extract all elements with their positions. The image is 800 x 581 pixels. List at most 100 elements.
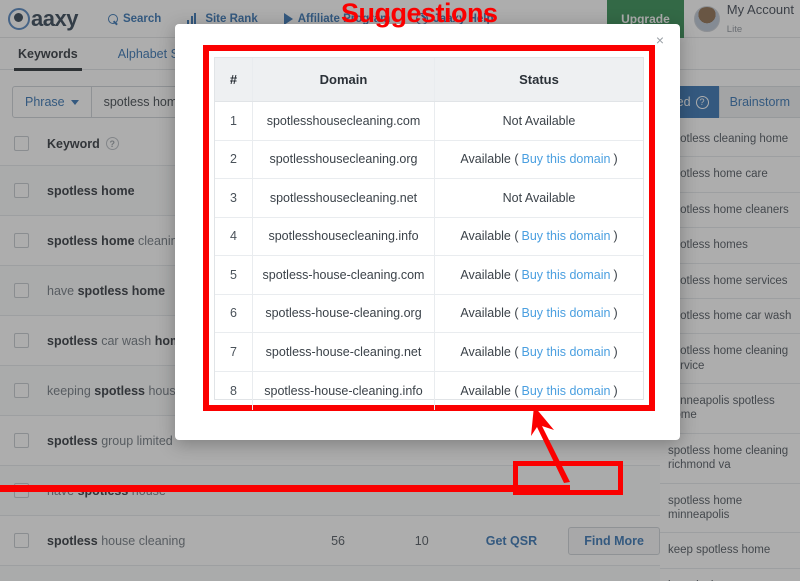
status-badge: Not Available	[435, 179, 643, 217]
domain-index: 7	[215, 333, 253, 371]
status-badge: Available (Buy this domain)	[435, 141, 643, 179]
account-plan: Lite	[726, 24, 743, 35]
brainstorm-list-item[interactable]: keep it clean easy ways create spotless …	[660, 569, 800, 581]
domain-index: 5	[215, 256, 253, 294]
domain-index: 3	[215, 179, 253, 217]
domain-row: 7 spotless-house-cleaning.net Available (B…	[215, 333, 643, 372]
status-paren: )	[613, 344, 618, 359]
brainstorm-list-item[interactable]: spotless home care	[660, 157, 800, 193]
select-all-checkbox[interactable]	[14, 136, 29, 151]
row-checkbox[interactable]	[14, 333, 29, 348]
row-checkbox[interactable]	[14, 383, 29, 398]
brainstorm-list-item[interactable]: spotless home services	[660, 264, 800, 299]
status-text: Available (	[460, 152, 519, 167]
status-paren: )	[613, 267, 618, 282]
avatar	[693, 6, 720, 32]
buy-this-domain-link[interactable]: Buy this domain	[522, 152, 611, 166]
domain-index: 6	[215, 294, 253, 332]
domain-row: 6 spotless-house-cleaning.org Available (B…	[215, 294, 643, 333]
buy-this-domain-link[interactable]: Buy this domain	[522, 345, 611, 359]
jaaxy-logo-text: aaxy	[31, 5, 78, 31]
status-text: Not Available	[502, 113, 576, 128]
domain-name: spotless-house-cleaning.org	[253, 294, 435, 332]
find-more-button[interactable]: Find More	[568, 526, 660, 555]
brainstorm-list-item[interactable]: minneapolis spotless home	[660, 384, 800, 434]
buy-this-domain-link[interactable]: Buy this domain	[522, 229, 611, 243]
get-qsr-button[interactable]: Get QSR	[464, 534, 560, 548]
domain-index: 8	[215, 371, 253, 410]
status-paren: )	[613, 229, 618, 244]
domain-index: 1	[215, 102, 253, 140]
account-text: My Account Lite	[727, 1, 794, 37]
domain-row: 2 spotlesshousecleaning.org Available (Buy…	[215, 140, 643, 179]
search-mode-label: Phrase	[25, 95, 65, 109]
row-checkbox[interactable]	[14, 433, 29, 448]
domain-name: spotless-house-cleaning.com	[253, 256, 435, 294]
brainstorm-list-item[interactable]: spotless cleaning home	[660, 122, 800, 158]
account-name: My Account	[726, 2, 794, 17]
domain-index: 4	[215, 217, 253, 255]
column-header-index: #	[215, 58, 253, 101]
domain-row: 4 spotlesshousecleaning.info Available (Bu…	[215, 217, 643, 256]
brainstorm-list-item[interactable]: spotless home cleaners	[660, 193, 800, 229]
domain-index: 2	[215, 140, 253, 178]
domain-row: 3 spotlesshousecleaning.net Not Available	[215, 179, 643, 218]
domain-suggestions-modal: × # Domain Status 1 spotlesshousecleaning…	[175, 24, 680, 440]
annotation-red-box-table: # Domain Status 1 spotlesshousecleaning.c…	[203, 45, 655, 411]
status-badge: Available (Buy this domain)	[435, 333, 643, 371]
brainstorm-list-item[interactable]: spotless home car wash	[660, 299, 800, 335]
question-icon: ?	[105, 137, 119, 150]
jaaxy-logo-icon	[8, 7, 30, 30]
status-text: Available (	[460, 344, 519, 359]
jaaxy-logo[interactable]: aaxy	[8, 6, 78, 32]
domain-name: spotlesshousecleaning.net	[253, 179, 435, 217]
buy-this-domain-link[interactable]: Buy this domain	[522, 306, 611, 320]
status-badge: Available (Buy this domain)	[435, 256, 643, 294]
question-icon: ?	[695, 95, 709, 109]
nav-item-search-label: Search	[122, 12, 162, 25]
table-row[interactable]: spotless house cleaning 56 10 Get QSR Find M…	[0, 516, 660, 566]
nav-item-search[interactable]: Search	[107, 12, 162, 25]
buy-this-domain-link[interactable]: Buy this domain	[522, 268, 611, 282]
buy-this-domain-link[interactable]: Buy this domain	[522, 384, 611, 398]
account-menu[interactable]: My Account Lite	[684, 1, 800, 37]
tab-keywords[interactable]: Keywords	[14, 47, 82, 71]
status-text: Available (	[460, 267, 519, 282]
row-checkbox[interactable]	[14, 233, 29, 248]
brainstorm-list-item[interactable]: spotless home cleaning service	[660, 334, 800, 384]
status-text: Available (	[460, 306, 519, 321]
domain-table-header: # Domain Status	[215, 58, 643, 102]
status-paren: )	[613, 306, 618, 321]
brainstorm-list-item[interactable]: spotless home minneapolis	[660, 484, 800, 534]
status-badge: Available (Buy this domain)	[435, 295, 643, 333]
domain-name: spotlesshousecleaning.org	[253, 140, 435, 178]
row-checkbox[interactable]	[14, 533, 29, 548]
nav-item-site-rank-label: Site Rank	[205, 12, 258, 25]
status-text: Available (	[460, 229, 519, 244]
keyword-cell: spotless house cleaning	[47, 533, 186, 548]
status-badge: Available (Buy this domain)	[435, 218, 643, 256]
column-header-domain: Domain	[253, 58, 435, 101]
status-text: Not Available	[502, 190, 576, 205]
tab-brainstorm-panel[interactable]: Brainstorm	[718, 86, 800, 118]
chevron-down-icon	[70, 99, 79, 105]
brainstorm-list-item[interactable]: keep spotless home	[660, 533, 800, 569]
brainstorm-suggestion-panel: spotless cleaning home spotless home care…	[660, 122, 800, 581]
status-paren: )	[613, 383, 618, 398]
brainstorm-list-item[interactable]: spotless home cleaning richmond va	[660, 434, 800, 484]
row-checkbox[interactable]	[14, 283, 29, 298]
search-icon	[107, 13, 118, 24]
domain-name: spotless-house-cleaning.info	[253, 371, 435, 410]
domain-name: spotless-house-cleaning.net	[253, 333, 435, 371]
domain-name: spotlesshousecleaning.info	[253, 217, 435, 255]
column-header-status: Status	[519, 72, 559, 87]
table-row[interactable]: spotless house6411Get QSR.net .org	[0, 566, 660, 581]
annotation-red-underline	[0, 485, 570, 492]
row-checkbox[interactable]	[14, 183, 29, 198]
brainstorm-list-item[interactable]: spotless homes	[660, 228, 800, 264]
annotation-title: Suggestions	[341, 0, 498, 28]
domain-table-body: 1 spotlesshousecleaning.com Not Available 2…	[215, 102, 643, 410]
search-mode-select[interactable]: Phrase	[13, 87, 92, 117]
nav-item-site-rank[interactable]: Site Rank	[187, 12, 258, 25]
app-root: aaxy Search Site Rank Affiliate Program	[0, 0, 800, 581]
